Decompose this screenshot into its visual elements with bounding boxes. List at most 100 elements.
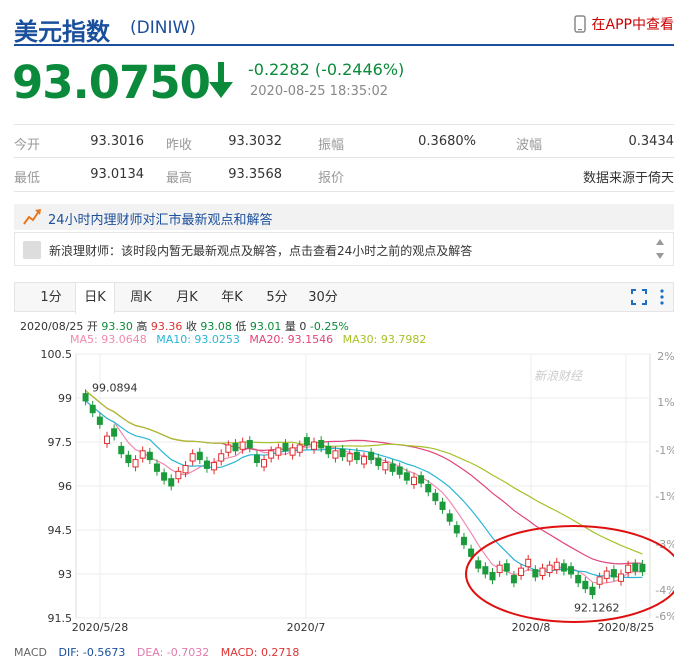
- candle-body: [453, 525, 460, 534]
- tab-weekly[interactable]: 周K: [121, 283, 161, 313]
- candle-body: [475, 560, 482, 569]
- x-tick-label: 2020/8: [512, 621, 551, 634]
- ma20-line: [85, 390, 643, 565]
- ma30-label: MA30: 93.7982: [342, 333, 427, 346]
- info-open-label: 开: [86, 320, 98, 333]
- candle-body: [196, 451, 203, 461]
- candle-body: [211, 462, 218, 471]
- candle-body: [482, 566, 489, 575]
- candle-body: [139, 450, 146, 459]
- candle-body: [589, 586, 596, 596]
- y-pct-label: 2%: [657, 350, 674, 363]
- macd-dif: DIF: -0.5673: [58, 646, 126, 659]
- candle-body: [625, 564, 632, 574]
- macd-legend: MACD DIF: -0.5673 DEA: -0.7032 MACD: 0.2…: [14, 646, 307, 659]
- info-volume: 0: [299, 320, 307, 333]
- info-open: 93.30: [101, 320, 133, 333]
- candle-body: [353, 451, 360, 461]
- candle-body: [282, 442, 289, 452]
- trend-arrow-icon: [23, 209, 41, 225]
- fullscreen-icon[interactable]: [631, 289, 647, 305]
- candle-body: [103, 435, 110, 444]
- tab-yearly[interactable]: 年K: [212, 283, 252, 313]
- macd-value: MACD: 0.2718: [220, 646, 300, 659]
- ma-legend: MA5: 93.0648 MA10: 93.0253 MA20: 93.1546…: [70, 333, 432, 346]
- open-in-app-label: 在APP中查看: [591, 17, 674, 33]
- candle-body: [225, 444, 232, 453]
- candle-body: [496, 564, 503, 574]
- quote-timestamp: 2020-08-25 18:35:02: [250, 84, 389, 99]
- candle-body: [111, 428, 118, 437]
- candle-body: [425, 484, 432, 493]
- candle-body: [410, 476, 417, 486]
- ma30-line: [85, 390, 643, 555]
- quote-row: 今开 93.3016 昨收 93.3032 振幅 0.3680% 波幅 0.34…: [14, 124, 674, 158]
- expert-headline[interactable]: 24小时内理财师对汇市最新观点和解答: [48, 209, 273, 228]
- price-change: -0.2282 (-0.2446%): [248, 60, 405, 79]
- candle-body: [318, 440, 325, 449]
- candle-body: [161, 472, 168, 481]
- macd-title: MACD: [14, 646, 47, 659]
- tab-30min[interactable]: 30分: [303, 283, 343, 313]
- candle-body: [296, 444, 303, 453]
- tab-daily[interactable]: 日K: [75, 283, 115, 314]
- y-pct-label: -1%: [655, 444, 674, 457]
- candle-body: [361, 456, 367, 465]
- open-in-app-link[interactable]: 在APP中查看: [573, 14, 674, 34]
- macd-dea: DEA: -0.7032: [136, 646, 210, 659]
- quote-value: 93.3016: [90, 134, 144, 149]
- candle-body: [603, 570, 610, 579]
- quote-label: 报价: [318, 171, 345, 186]
- y-pct-label: 1%: [657, 396, 674, 409]
- header-divider: [14, 44, 674, 46]
- candle-body: [275, 447, 282, 456]
- y-tick-label: 93: [58, 568, 72, 581]
- more-options-icon[interactable]: [659, 289, 665, 305]
- candle-body: [460, 536, 467, 546]
- scroll-arrows-icon[interactable]: [655, 236, 665, 262]
- y-tick-label: 91.5: [48, 612, 73, 625]
- quote-label: 振幅: [318, 138, 345, 153]
- candle-body: [339, 448, 346, 458]
- tab-5min[interactable]: 5分: [257, 283, 297, 313]
- candle-body: [610, 569, 617, 578]
- candle-body: [389, 463, 396, 472]
- tab-monthly[interactable]: 月K: [167, 283, 207, 313]
- candle-body: [382, 462, 389, 471]
- kline-chart[interactable]: 100.59997.59694.59391.52%1%-1%-1%-3%-4%-…: [14, 346, 674, 646]
- candle-body: [325, 445, 332, 455]
- y-tick-label: 97.5: [48, 436, 73, 449]
- ohlc-info: 2020/08/25 开 93.30 高 93.36 收 93.08 低 93.…: [20, 318, 349, 334]
- tab-1min[interactable]: 1分: [31, 283, 71, 313]
- quote-label: 今开: [14, 138, 41, 153]
- candle-body: [575, 574, 582, 584]
- candle-body: [203, 460, 210, 469]
- ma5-label: MA5: 93.0648: [70, 333, 147, 346]
- info-date: 2020/08/25: [20, 320, 84, 333]
- phone-icon: [573, 15, 586, 33]
- candle-body: [568, 566, 575, 575]
- quote-label: 昨收: [166, 138, 193, 153]
- candle-body: [632, 563, 639, 572]
- candle-body: [189, 453, 196, 462]
- expert-message[interactable]: 新浪理财师：该时段内暂无最新观点及解答，点击查看24小时之前的观点及解答: [49, 242, 472, 259]
- expert-header[interactable]: 24小时内理财师对汇市最新观点和解答: [14, 204, 674, 230]
- candle-body: [132, 459, 139, 468]
- candle-body: [311, 441, 318, 450]
- info-high-label: 高: [136, 320, 148, 333]
- y-tick-label: 99: [58, 392, 72, 405]
- quote-value: 0.3680%: [418, 134, 476, 149]
- candle-body: [182, 464, 189, 474]
- candle-body: [560, 563, 567, 572]
- candle-body: [82, 393, 89, 402]
- info-close: 93.08: [200, 320, 232, 333]
- candle-body: [218, 453, 225, 462]
- candle-body: [303, 437, 310, 446]
- candle-body: [403, 472, 410, 481]
- candle-body: [253, 454, 260, 464]
- candle-body: [332, 450, 339, 459]
- candle-body: [439, 501, 446, 510]
- y-tick-label: 96: [58, 480, 72, 493]
- expert-message-box[interactable]: 新浪理财师：该时段内暂无最新观点及解答，点击查看24小时之前的观点及解答: [14, 232, 674, 266]
- candle-body: [596, 576, 603, 585]
